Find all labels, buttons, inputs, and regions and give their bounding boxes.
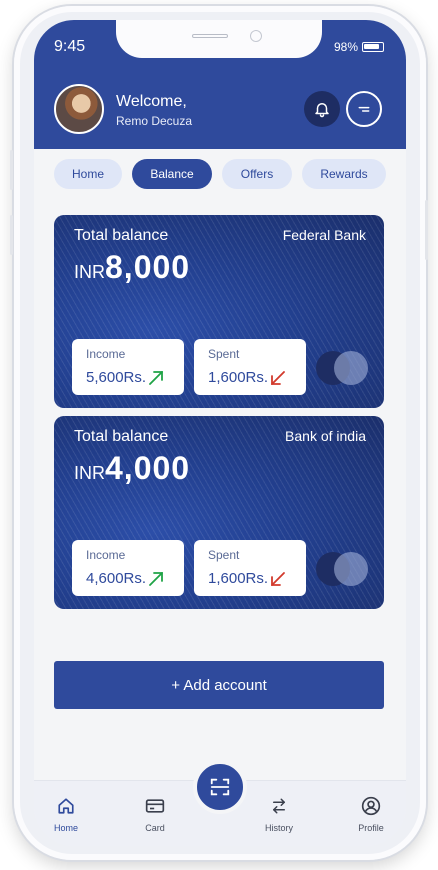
phone-side-button (425, 200, 428, 260)
nav-history[interactable]: History (249, 795, 309, 833)
phone-side-button (10, 215, 13, 255)
battery-percent: 98% (333, 40, 358, 54)
nav-profile[interactable]: Profile (341, 795, 401, 833)
home-icon (58, 798, 74, 814)
scan-button[interactable] (193, 760, 247, 814)
scan-icon (210, 778, 230, 796)
currency-code: INR (74, 262, 105, 282)
bank-name: Federal Bank (282, 227, 366, 243)
arrow-up-right-icon (149, 571, 163, 586)
phone-side-button (10, 150, 13, 190)
card-toggle[interactable] (316, 351, 368, 385)
total-balance-label: Total balance (74, 428, 169, 445)
status-time: 9:45 (54, 38, 86, 55)
balance-card[interactable]: Total balance Federal Bank INR 8,000 Inc… (54, 215, 384, 408)
total-balance-label: Total balance (74, 227, 169, 244)
arrow-up-right-icon (149, 370, 163, 385)
card-toggle[interactable] (316, 552, 368, 586)
status-battery: 98% (334, 40, 384, 54)
income-value-row: 5,600Rs. (86, 369, 164, 386)
spent-value-row: 1,600Rs. (208, 570, 286, 587)
nav-card-label: Card (145, 823, 165, 833)
profile-icon (361, 796, 381, 816)
balance-amount: INR 8,000 (74, 249, 190, 286)
tab-offers[interactable]: Offers (222, 159, 292, 189)
menu-button[interactable] (346, 91, 382, 127)
user-name: Remo Decuza (116, 114, 193, 128)
toggle-circle (334, 552, 368, 586)
spent-box: Spent 1,600Rs. (194, 540, 306, 596)
bell-icon (315, 103, 329, 118)
speaker-grille (192, 34, 228, 38)
spent-value: 1,600Rs. (208, 369, 269, 386)
currency-code: INR (74, 463, 105, 483)
income-label: Income (86, 347, 126, 361)
arrow-down-left-icon (271, 571, 285, 586)
balance-card[interactable]: Total balance Bank of india INR 4,000 In… (54, 416, 384, 609)
spent-value: 1,600Rs. (208, 570, 269, 587)
income-value: 4,600Rs. (86, 570, 147, 587)
income-box: Income 4,600Rs. (72, 540, 184, 596)
spent-label: Spent (208, 548, 240, 562)
bank-name: Bank of india (285, 428, 366, 444)
income-box: Income 5,600Rs. (72, 339, 184, 395)
app-header: 9:45 98% Welcome, Remo Decuza (34, 20, 406, 149)
income-value-row: 4,600Rs. (86, 570, 164, 587)
battery-icon (362, 42, 384, 52)
nav-history-label: History (264, 823, 293, 833)
arrow-down-left-icon (271, 370, 285, 385)
app-screen: 9:45 98% Welcome, Remo Decuza Home Balan… (34, 20, 406, 846)
toggle-circle (334, 351, 368, 385)
income-value: 5,600Rs. (86, 369, 147, 386)
amount-value: 8,000 (105, 249, 191, 285)
amount-value: 4,000 (105, 450, 191, 486)
nav-card[interactable]: Card (125, 795, 185, 833)
nav-home-label: Home (53, 823, 78, 833)
spent-value-row: 1,600Rs. (208, 369, 286, 386)
notification-button[interactable] (304, 91, 340, 127)
spent-label: Spent (208, 347, 240, 361)
tab-home[interactable]: Home (54, 159, 122, 189)
avatar[interactable] (54, 84, 104, 134)
add-account-button[interactable]: + Add account (54, 661, 384, 709)
nav-home[interactable]: Home (36, 795, 96, 833)
menu-icon (358, 106, 370, 112)
card-icon (145, 799, 165, 813)
welcome-text: Welcome, (116, 93, 187, 110)
nav-profile-label: Profile (358, 823, 384, 833)
tab-bar: Home Balance Offers Rewards (54, 159, 386, 191)
tab-rewards[interactable]: Rewards (302, 159, 386, 189)
balance-amount: INR 4,000 (74, 450, 190, 487)
income-label: Income (86, 548, 126, 562)
transfer-icon (273, 798, 285, 814)
front-camera (250, 30, 262, 42)
tab-balance[interactable]: Balance (132, 159, 212, 189)
phone-notch (116, 20, 322, 58)
spent-box: Spent 1,600Rs. (194, 339, 306, 395)
